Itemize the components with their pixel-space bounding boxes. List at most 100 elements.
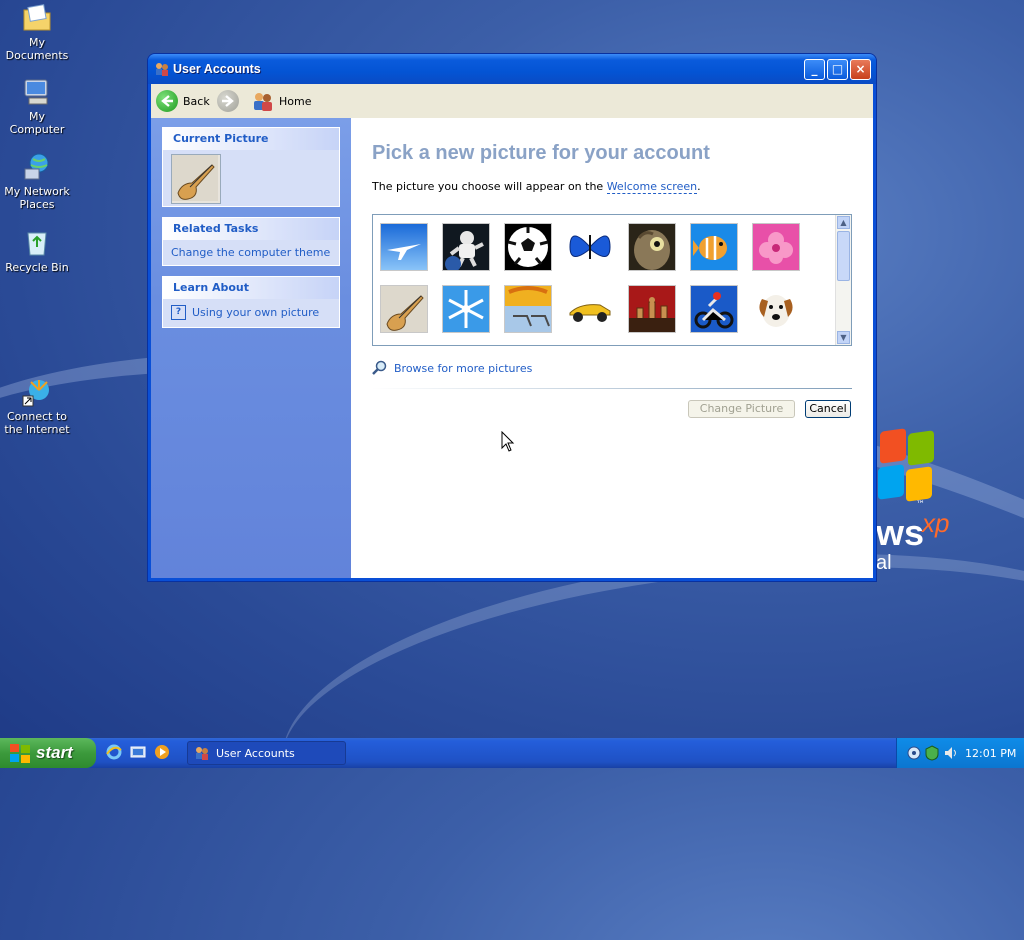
forward-button xyxy=(217,89,244,113)
picture-soccer-ball[interactable] xyxy=(504,223,552,271)
maximize-icon: □ xyxy=(831,62,844,76)
picture-astronaut[interactable] xyxy=(442,223,490,271)
logo-text: ws xyxy=(876,512,925,553)
picture-grid: ▲ ▼ xyxy=(372,214,852,346)
start-label: start xyxy=(36,743,73,762)
toolbar: Back Home xyxy=(151,84,873,119)
desktop-icon-my-network-places[interactable]: My Network Places xyxy=(0,151,74,211)
learn-about-heading: Learn About xyxy=(163,277,339,299)
minimize-button[interactable]: _ xyxy=(804,59,825,80)
home-users-icon xyxy=(251,90,275,112)
change-picture-button[interactable]: Change Picture xyxy=(688,400,795,418)
network-status-icon[interactable] xyxy=(907,745,921,764)
back-button[interactable]: Back xyxy=(156,89,210,113)
description-suffix: . xyxy=(697,180,701,193)
close-button[interactable]: × xyxy=(850,59,871,80)
computer-icon xyxy=(21,76,53,108)
picture-owl[interactable] xyxy=(628,223,676,271)
current-picture-thumbnail xyxy=(171,154,221,204)
description: The picture you choose will appear on th… xyxy=(372,180,701,194)
browse-label: Browse for more pictures xyxy=(394,361,533,375)
picture-airplane[interactable] xyxy=(380,223,428,271)
desktop-icon-connect-to-internet[interactable]: Connect to the Internet xyxy=(0,376,74,436)
learn-about-body: ? Using your own picture xyxy=(163,299,339,326)
logo-trademark: ™ xyxy=(916,500,925,510)
picture-snowflake[interactable] xyxy=(442,285,490,333)
main-panel: Pick a new picture for your account The … xyxy=(351,118,873,578)
home-button[interactable]: Home xyxy=(251,89,311,113)
description-prefix: The picture you choose will appear on th… xyxy=(372,180,607,193)
help-icon: ? xyxy=(171,305,186,320)
current-picture-box: Current Picture xyxy=(162,127,340,207)
clock[interactable]: 12:01 PM xyxy=(965,747,1016,760)
user-accounts-icon xyxy=(194,745,210,761)
picture-flower[interactable] xyxy=(752,223,800,271)
window-content: Current Picture Related Tasks Change the… xyxy=(151,118,873,578)
logo-edition: al xyxy=(876,552,892,574)
browse-link[interactable]: Browse for more pictures xyxy=(372,360,532,376)
desktop-icon-label: My Computer xyxy=(9,110,65,136)
change-theme-link[interactable]: Change the computer theme xyxy=(171,246,330,259)
picture-butterfly[interactable] xyxy=(566,223,614,271)
scroll-thumb[interactable] xyxy=(837,231,850,281)
desktop-icon-label: Recycle Bin xyxy=(5,261,69,274)
related-tasks-heading: Related Tasks xyxy=(163,218,339,240)
user-accounts-window: User Accounts _ □ × Back Home Current Pi… xyxy=(147,53,877,582)
home-label: Home xyxy=(279,94,312,108)
desktop-icon-label: My Network Places xyxy=(4,185,70,211)
picture-dog[interactable] xyxy=(752,285,800,333)
cancel-button[interactable]: Cancel xyxy=(805,400,851,418)
picture-beach-chairs[interactable] xyxy=(504,285,552,333)
task-pane: Current Picture Related Tasks Change the… xyxy=(151,118,351,578)
picture-fish[interactable] xyxy=(690,223,738,271)
related-tasks-body: Change the computer theme xyxy=(163,240,339,265)
windows-flag-icon xyxy=(9,742,31,764)
system-tray: 12:01 PM xyxy=(896,738,1024,768)
welcome-screen-link[interactable]: Welcome screen xyxy=(606,180,698,194)
picture-dirt-bike[interactable] xyxy=(690,285,738,333)
desktop-icon-recycle-bin[interactable]: Recycle Bin xyxy=(0,227,74,274)
taskbar-item-user-accounts[interactable]: User Accounts xyxy=(187,741,346,765)
picture-chess[interactable] xyxy=(628,285,676,333)
magnifier-icon xyxy=(372,360,388,376)
volume-icon[interactable] xyxy=(943,745,959,764)
window-title: User Accounts xyxy=(173,62,261,76)
maximize-button[interactable]: □ xyxy=(827,59,848,80)
start-button[interactable]: start xyxy=(0,738,96,768)
recycle-bin-icon xyxy=(21,227,53,259)
picture-guitar[interactable] xyxy=(380,285,428,333)
picture-race-car[interactable] xyxy=(566,285,614,333)
back-label: Back xyxy=(183,94,210,108)
minimize-icon: _ xyxy=(811,62,818,76)
picture-scrollbar[interactable]: ▲ ▼ xyxy=(835,215,851,345)
close-icon: × xyxy=(855,62,866,76)
taskbar: start User Accounts 12:01 PM xyxy=(0,738,1024,768)
window-titlebar[interactable]: User Accounts _ □ × xyxy=(148,54,876,84)
page-title: Pick a new picture for your account xyxy=(372,142,710,164)
show-desktop-icon[interactable] xyxy=(130,744,146,760)
media-player-icon[interactable] xyxy=(154,744,170,760)
learn-about-box: Learn About ? Using your own picture xyxy=(162,276,340,328)
forward-arrow-icon xyxy=(217,90,239,112)
folder-icon xyxy=(21,2,53,34)
related-tasks-box: Related Tasks Change the computer theme xyxy=(162,217,340,266)
scroll-down-arrow-icon[interactable]: ▼ xyxy=(837,331,850,344)
back-arrow-icon xyxy=(156,90,178,112)
user-accounts-icon xyxy=(154,61,170,77)
security-center-icon[interactable] xyxy=(925,745,939,764)
windows-flag-icon xyxy=(876,428,934,502)
desktop-icon-label: Connect to the Internet xyxy=(4,410,70,436)
current-picture-heading: Current Picture xyxy=(163,128,339,150)
connect-internet-icon xyxy=(21,376,53,408)
scroll-up-arrow-icon[interactable]: ▲ xyxy=(837,216,850,229)
desktop-icon-my-documents[interactable]: My Documents xyxy=(0,2,74,62)
internet-explorer-icon[interactable] xyxy=(106,744,122,760)
desktop-icon-my-computer[interactable]: My Computer xyxy=(0,76,74,136)
logo-xp: xp xyxy=(922,508,950,538)
taskbar-item-label: User Accounts xyxy=(216,746,295,760)
windows-xp-logo: ws xp ™ al xyxy=(876,428,986,574)
network-icon xyxy=(21,151,53,183)
using-own-picture-link[interactable]: Using your own picture xyxy=(192,306,319,319)
separator xyxy=(372,388,852,389)
desktop-icon-label: My Documents xyxy=(5,36,69,62)
